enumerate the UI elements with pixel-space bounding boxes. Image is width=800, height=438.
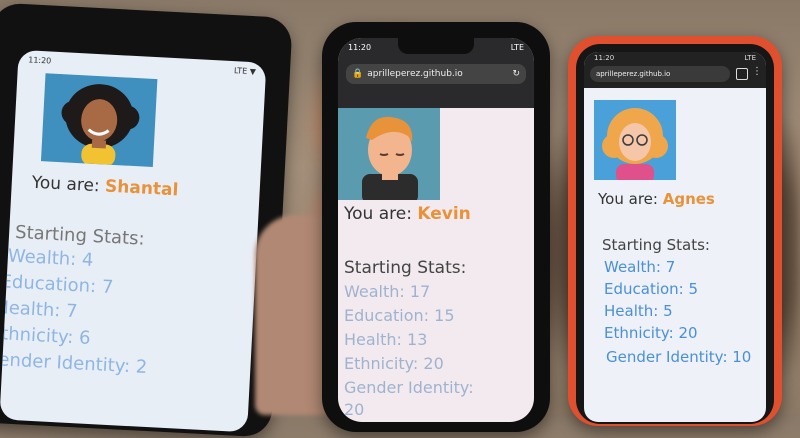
- status-signal: LTE: [744, 54, 756, 62]
- status-time: 11:20: [28, 54, 52, 66]
- character-name: Kevin: [417, 204, 471, 224]
- you-are-text: You are: Agnes: [598, 190, 715, 208]
- stat-ethnicity: Ethnicity: 6: [0, 322, 92, 349]
- status-time: 11:20: [348, 42, 372, 52]
- status-bar: 11:20 LTE: [584, 52, 766, 64]
- menu-icon[interactable]: ⋮: [752, 66, 762, 77]
- stat-gender-identity: Gender Identity: 10: [606, 348, 752, 366]
- stat-wealth: Wealth: 17: [344, 282, 431, 301]
- avatar-shantal: [40, 73, 158, 168]
- you-are-label: You are:: [31, 172, 101, 197]
- address-bar[interactable]: aprilleperez.github.io: [590, 66, 730, 82]
- phone-right: 11:20 LTE aprilleperez.github.io ⋮ You a…: [568, 36, 782, 426]
- phone-left-screen: 11:20 LTE ▼ You are: Shantal Starting St…: [0, 49, 267, 433]
- lock-icon: 🔒: [352, 69, 364, 79]
- notch: [398, 38, 474, 54]
- avatar-agnes: [594, 100, 676, 180]
- stat-education: Education: 15: [344, 306, 455, 325]
- avatar-kevin: [338, 108, 440, 200]
- stat-ethnicity: Ethnicity: 20: [344, 354, 444, 373]
- stat-health: Health: 7: [0, 296, 79, 323]
- status-signal: LTE ▼: [233, 65, 257, 76]
- phone-middle: 11:20 LTE 🔒 aprilleperez.github.io ↻ You…: [322, 22, 550, 432]
- url-text: aprilleperez.github.io: [596, 70, 671, 78]
- starting-stats-title: Starting Stats:: [344, 258, 467, 278]
- starting-stats-title: Starting Stats:: [14, 221, 146, 250]
- you-are-text: You are: Kevin: [344, 204, 471, 224]
- you-are-text: You are: Shantal: [31, 173, 179, 201]
- stat-ethnicity: Ethnicity: 20: [604, 324, 698, 342]
- phone-left: 11:20 LTE ▼ You are: Shantal Starting St…: [0, 2, 293, 438]
- stat-gender-identity-value: 20: [344, 400, 365, 419]
- you-are-label: You are:: [598, 190, 658, 208]
- stat-wealth: Wealth: 4: [7, 245, 94, 272]
- starting-stats-title: Starting Stats:: [602, 236, 710, 254]
- phone-middle-screen: 11:20 LTE 🔒 aprilleperez.github.io ↻ You…: [338, 38, 534, 422]
- stat-health: Health: 5: [604, 302, 673, 320]
- character-name: Shantal: [104, 176, 179, 201]
- status-signal: LTE: [510, 42, 524, 52]
- status-time: 11:20: [594, 54, 615, 62]
- phone-right-screen: 11:20 LTE aprilleperez.github.io ⋮ You a…: [584, 52, 766, 422]
- you-are-label: You are:: [344, 204, 412, 224]
- character-name: Agnes: [662, 190, 715, 208]
- reload-icon[interactable]: ↻: [512, 69, 520, 79]
- stat-education: Education: 7: [0, 271, 114, 299]
- url-text: aprilleperez.github.io: [367, 69, 463, 79]
- tabs-icon[interactable]: [736, 68, 748, 80]
- stat-wealth: Wealth: 7: [604, 258, 676, 276]
- stat-gender-identity: Gender Identity: 2: [0, 348, 148, 378]
- stat-health: Health: 13: [344, 330, 428, 349]
- stat-gender-identity: Gender Identity:: [344, 378, 474, 397]
- stat-education: Education: 5: [604, 280, 699, 298]
- address-bar[interactable]: 🔒 aprilleperez.github.io ↻: [346, 64, 526, 84]
